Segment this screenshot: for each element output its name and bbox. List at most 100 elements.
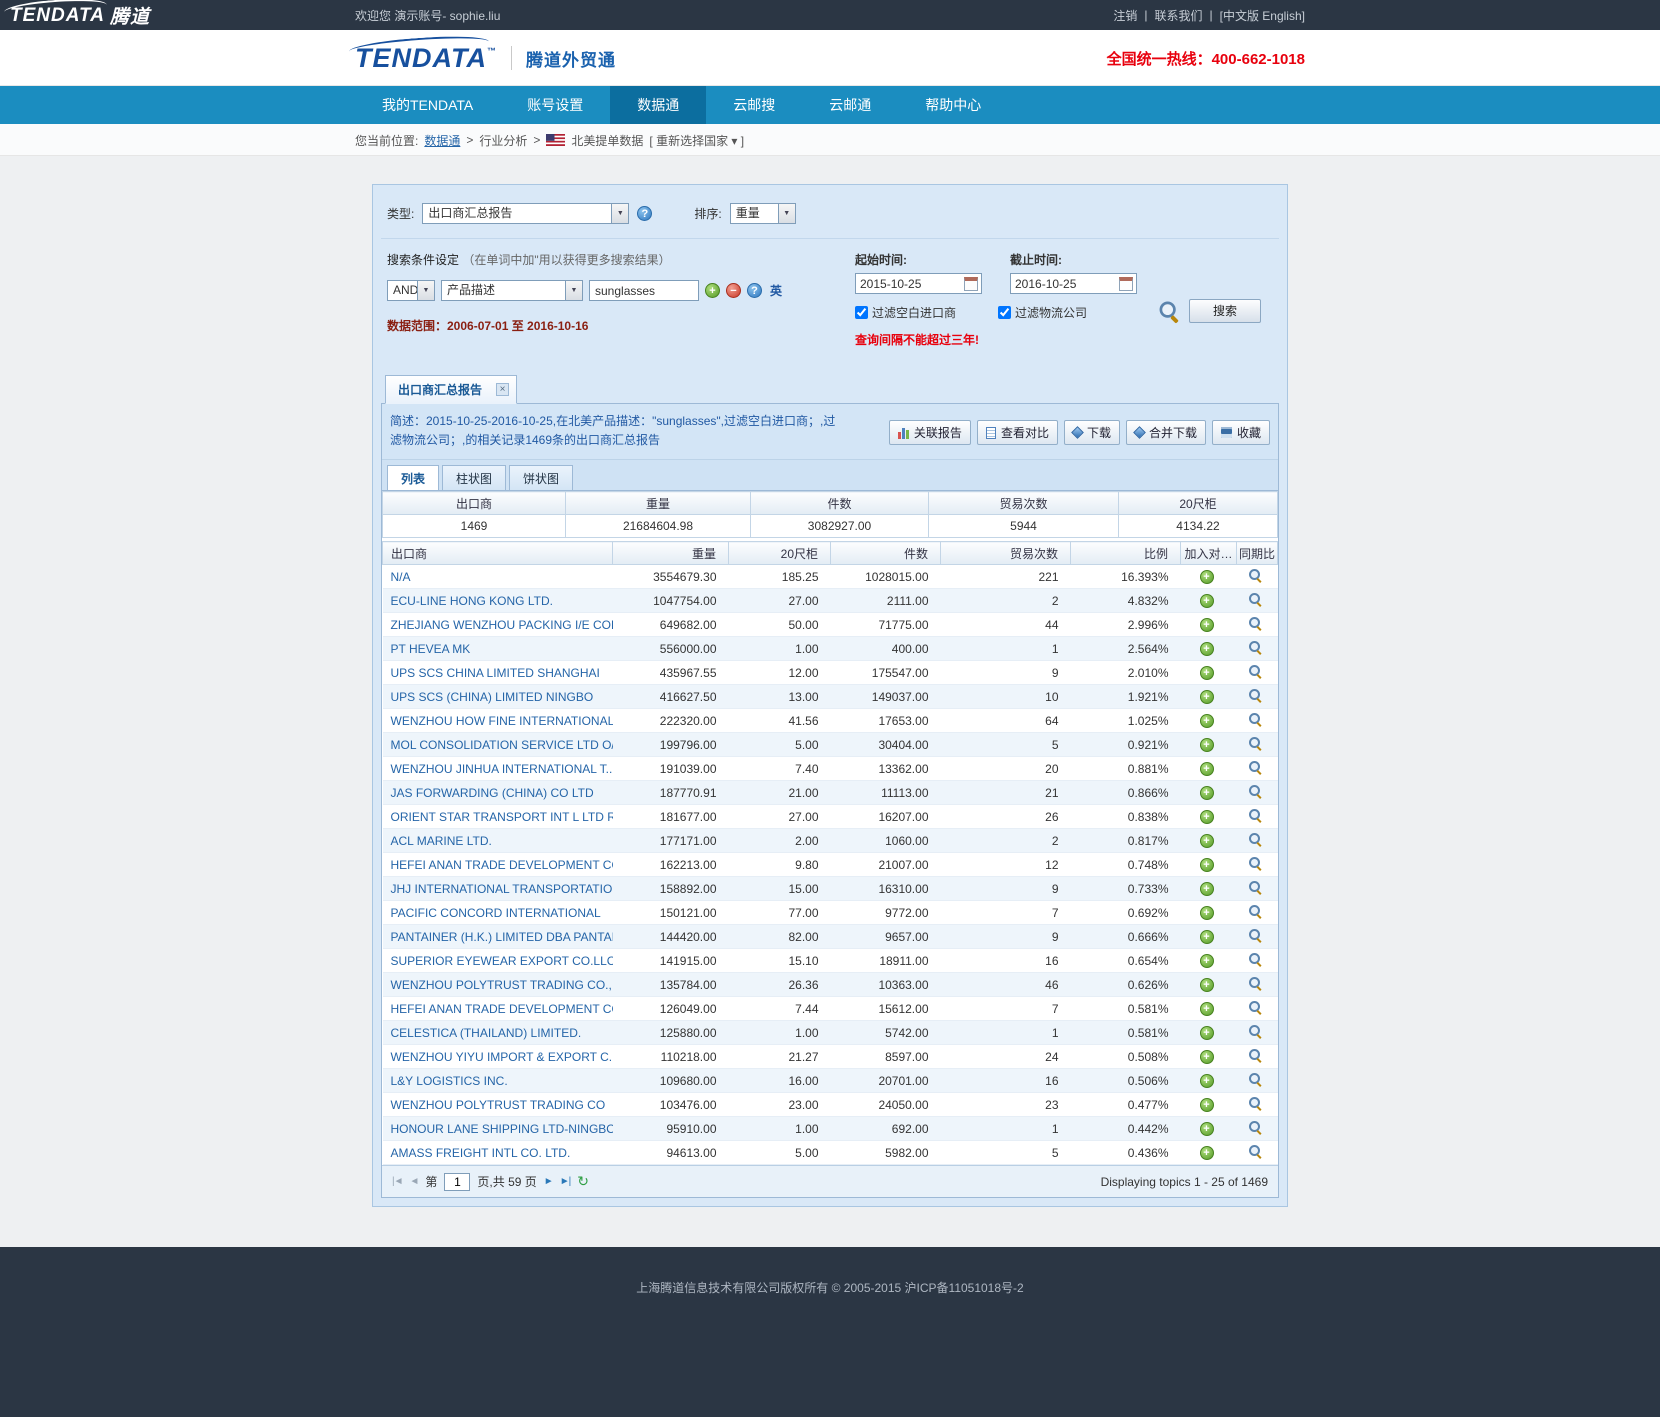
add-to-compare-icon[interactable]	[1200, 570, 1214, 584]
add-to-compare-icon[interactable]	[1200, 954, 1214, 968]
filter-blank-importer-option[interactable]: 过滤空白进口商	[855, 304, 956, 321]
view-comparison-button[interactable]: 查看对比	[977, 420, 1058, 445]
contact-us-link[interactable]: 联系我们	[1154, 7, 1202, 24]
boolean-operator-select[interactable]: AND	[387, 280, 435, 301]
search-field-select[interactable]: 产品描述	[441, 280, 583, 301]
add-to-compare-icon[interactable]	[1200, 1002, 1214, 1016]
period-compare-icon[interactable]	[1248, 832, 1262, 846]
add-to-compare-icon[interactable]	[1200, 930, 1214, 944]
period-compare-icon[interactable]	[1248, 976, 1262, 990]
favorite-button[interactable]: 收藏	[1212, 420, 1270, 445]
exporter-name-link[interactable]: HONOUR LANE SHIPPING LTD-NINGBO	[383, 1117, 613, 1141]
exporter-name-link[interactable]: UPS SCS (CHINA) LIMITED NINGBO	[383, 685, 613, 709]
period-compare-icon[interactable]	[1248, 640, 1262, 654]
add-to-compare-icon[interactable]	[1200, 690, 1214, 704]
exporter-name-link[interactable]: PANTAINER (H.K.) LIMITED DBA PANTAI	[383, 925, 613, 949]
period-compare-icon[interactable]	[1248, 760, 1262, 774]
filter-logistics-option[interactable]: 过滤物流公司	[998, 304, 1087, 321]
exporter-name-link[interactable]: WENZHOU JINHUA INTERNATIONAL T...	[383, 757, 613, 781]
nav-data-service[interactable]: 数据通	[610, 86, 706, 124]
period-compare-icon[interactable]	[1248, 1096, 1262, 1110]
page-number-input[interactable]	[444, 1173, 470, 1191]
period-compare-icon[interactable]	[1248, 784, 1262, 798]
period-compare-icon[interactable]	[1248, 1120, 1262, 1134]
download-button[interactable]: 下载	[1064, 420, 1120, 445]
prev-page-button[interactable]	[410, 1176, 419, 1187]
period-compare-icon[interactable]	[1248, 616, 1262, 630]
add-to-compare-icon[interactable]	[1200, 618, 1214, 632]
exporter-name-link[interactable]: AMASS FREIGHT INTL CO. LTD.	[383, 1141, 613, 1165]
logout-link[interactable]: 注销	[1113, 7, 1137, 24]
add-condition-icon[interactable]	[705, 283, 720, 298]
sort-select[interactable]: 重量	[730, 203, 796, 224]
add-to-compare-icon[interactable]	[1200, 738, 1214, 752]
tab-bar-chart-view[interactable]: 柱状图	[442, 465, 506, 490]
type-help-icon[interactable]	[637, 206, 652, 221]
period-compare-icon[interactable]	[1248, 808, 1262, 822]
breadcrumb-data-service-link[interactable]: 数据通	[424, 132, 460, 149]
add-to-compare-icon[interactable]	[1200, 978, 1214, 992]
refresh-icon[interactable]	[577, 1173, 589, 1190]
add-to-compare-icon[interactable]	[1200, 1074, 1214, 1088]
add-to-compare-icon[interactable]	[1200, 714, 1214, 728]
add-to-compare-icon[interactable]	[1200, 762, 1214, 776]
period-compare-icon[interactable]	[1248, 664, 1262, 678]
add-to-compare-icon[interactable]	[1200, 834, 1214, 848]
period-compare-icon[interactable]	[1248, 1048, 1262, 1062]
nav-account-settings[interactable]: 账号设置	[500, 86, 610, 124]
add-to-compare-icon[interactable]	[1200, 1122, 1214, 1136]
filter-blank-importer-checkbox[interactable]	[855, 306, 868, 319]
period-compare-icon[interactable]	[1248, 880, 1262, 894]
period-compare-icon[interactable]	[1248, 568, 1262, 582]
start-date-input[interactable]	[856, 277, 964, 291]
exporter-name-link[interactable]: ORIENT STAR TRANSPORT INT L LTD RM	[383, 805, 613, 829]
calendar-icon[interactable]	[1119, 277, 1133, 291]
add-to-compare-icon[interactable]	[1200, 810, 1214, 824]
merge-download-button[interactable]: 合并下载	[1126, 420, 1206, 445]
close-tab-icon[interactable]	[496, 383, 509, 396]
nav-help-center[interactable]: 帮助中心	[898, 86, 1008, 124]
tab-list-view[interactable]: 列表	[387, 465, 439, 490]
period-compare-icon[interactable]	[1248, 592, 1262, 606]
exporter-name-link[interactable]: HEFEI ANAN TRADE DEVELOPMENT CO...	[383, 997, 613, 1021]
period-compare-icon[interactable]	[1248, 688, 1262, 702]
period-compare-icon[interactable]	[1248, 952, 1262, 966]
end-date-input[interactable]	[1011, 277, 1119, 291]
period-compare-icon[interactable]	[1248, 928, 1262, 942]
exporter-name-link[interactable]: WENZHOU POLYTRUST TRADING CO	[383, 1093, 613, 1117]
exporter-name-link[interactable]: SUPERIOR EYEWEAR EXPORT CO.LLC	[383, 949, 613, 973]
period-compare-icon[interactable]	[1248, 1072, 1262, 1086]
report-tab[interactable]: 出口商汇总报告	[385, 375, 517, 404]
period-compare-icon[interactable]	[1248, 712, 1262, 726]
exporter-name-link[interactable]: ECU-LINE HONG KONG LTD.	[383, 589, 613, 613]
add-to-compare-icon[interactable]	[1200, 858, 1214, 872]
search-button[interactable]: 搜索	[1189, 299, 1261, 323]
keyword-input[interactable]	[589, 280, 699, 301]
period-compare-icon[interactable]	[1248, 1000, 1262, 1014]
period-compare-icon[interactable]	[1248, 904, 1262, 918]
last-page-button[interactable]	[560, 1176, 571, 1187]
exporter-name-link[interactable]: UPS SCS CHINA LIMITED SHANGHAI	[383, 661, 613, 685]
exporter-name-link[interactable]: WENZHOU POLYTRUST TRADING CO., ...	[383, 973, 613, 997]
exporter-name-link[interactable]: WENZHOU YIYU IMPORT & EXPORT C...	[383, 1045, 613, 1069]
nav-cloud-mail-search[interactable]: 云邮搜	[706, 86, 802, 124]
first-page-button[interactable]	[392, 1176, 403, 1187]
add-to-compare-icon[interactable]	[1200, 1146, 1214, 1160]
add-to-compare-icon[interactable]	[1200, 882, 1214, 896]
add-to-compare-icon[interactable]	[1200, 786, 1214, 800]
language-switch-link[interactable]: [中文版 English]	[1220, 7, 1305, 24]
exporter-name-link[interactable]: N/A	[383, 565, 613, 589]
nav-cloud-mail[interactable]: 云邮通	[802, 86, 898, 124]
exporter-name-link[interactable]: JHJ INTERNATIONAL TRANSPORTATIO...	[383, 877, 613, 901]
exporter-name-link[interactable]: MOL CONSOLIDATION SERVICE LTD O/B	[383, 733, 613, 757]
period-compare-icon[interactable]	[1248, 1144, 1262, 1158]
exporter-name-link[interactable]: PT HEVEA MK	[383, 637, 613, 661]
period-compare-icon[interactable]	[1248, 856, 1262, 870]
nav-my-tendata[interactable]: 我的TENDATA	[355, 86, 500, 124]
add-to-compare-icon[interactable]	[1200, 1098, 1214, 1112]
period-compare-icon[interactable]	[1248, 736, 1262, 750]
add-to-compare-icon[interactable]	[1200, 666, 1214, 680]
condition-help-icon[interactable]	[747, 283, 762, 298]
filter-logistics-checkbox[interactable]	[998, 306, 1011, 319]
add-to-compare-icon[interactable]	[1200, 1050, 1214, 1064]
